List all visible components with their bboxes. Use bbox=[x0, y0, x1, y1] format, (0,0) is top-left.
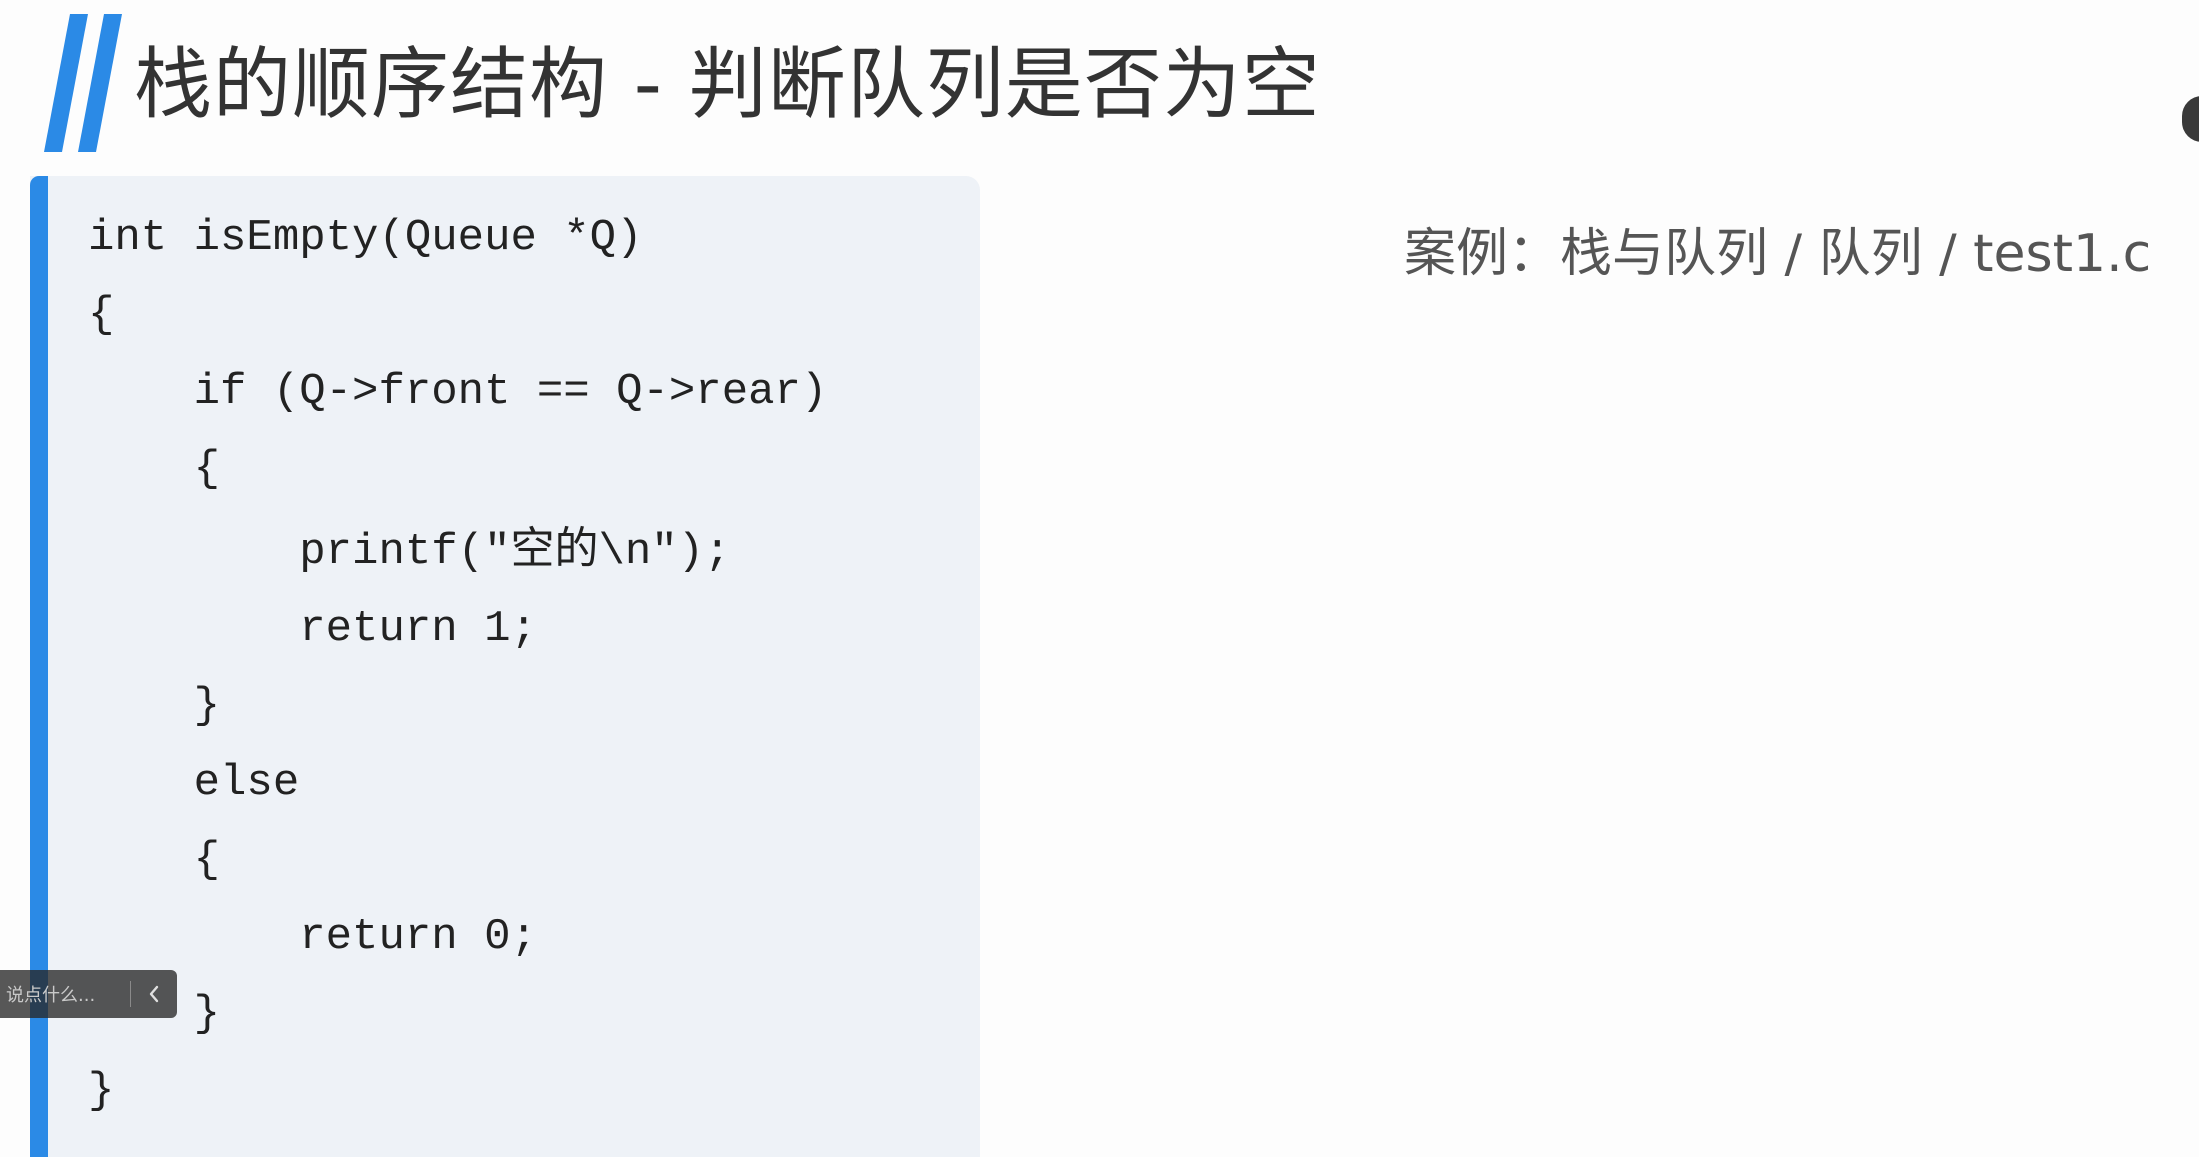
collapse-comment-button[interactable] bbox=[131, 970, 177, 1018]
case-reference: 案例：栈与队列 / 队列 / test1.c bbox=[1404, 224, 2152, 284]
slide: 栈的顺序结构 - 判断队列是否为空 int isEmpty(Queue *Q) … bbox=[0, 0, 2199, 1157]
code-line: if (Q->front == Q->rear) bbox=[88, 367, 828, 417]
code-line: { bbox=[88, 290, 115, 340]
code-line: { bbox=[88, 835, 221, 885]
code-line: { bbox=[88, 444, 221, 494]
code-line: return 0; bbox=[88, 912, 537, 962]
side-control-button[interactable] bbox=[2182, 96, 2199, 142]
code-line: } bbox=[88, 1066, 115, 1116]
page-title: 栈的顺序结构 - 判断队列是否为空 bbox=[134, 40, 1321, 130]
title-accent-icon bbox=[44, 14, 122, 152]
code-line: int isEmpty(Queue *Q) bbox=[88, 213, 643, 263]
code-line: printf("空的\n"); bbox=[88, 527, 731, 577]
code-line: return 1; bbox=[88, 604, 537, 654]
chevron-left-icon bbox=[149, 985, 159, 1003]
code-line: } bbox=[88, 681, 221, 731]
comment-input[interactable]: 说点什么... bbox=[0, 981, 130, 1007]
code-line: else bbox=[88, 758, 300, 808]
comment-input-bar[interactable]: 说点什么... bbox=[0, 970, 177, 1018]
